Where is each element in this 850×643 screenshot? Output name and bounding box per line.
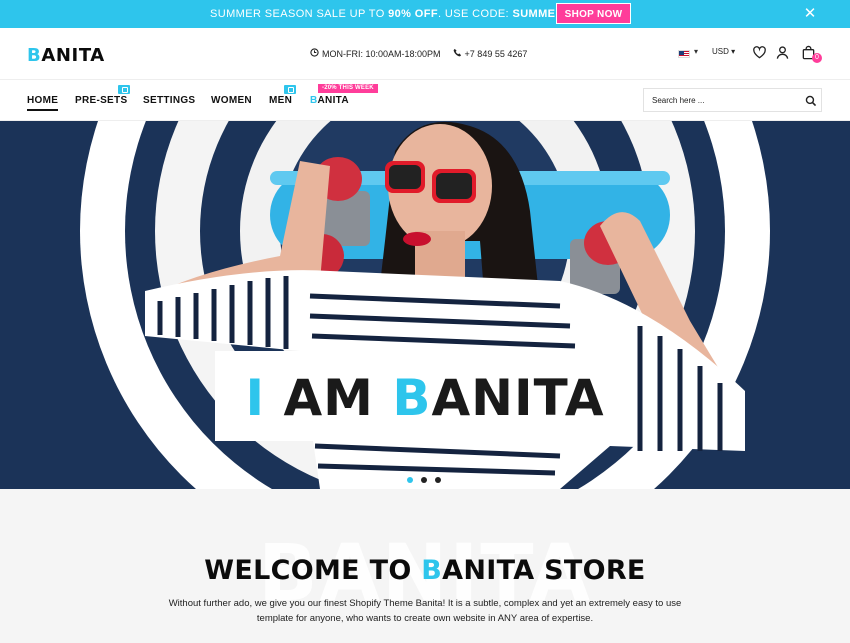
chevron-down-icon[interactable]: ▾ — [694, 47, 698, 56]
promo-prefix: SUMMER SEASON SALE UP TO — [210, 8, 389, 20]
nav-item-settings[interactable]: SETTINGS — [143, 95, 195, 106]
nav-item-women[interactable]: WOMEN — [211, 95, 252, 106]
shop-now-button[interactable]: SHOP NOW — [556, 3, 631, 24]
welcome-title-rest: ANITA STORE — [442, 555, 646, 586]
slider-dot-1[interactable] — [407, 477, 413, 483]
main-navigation: HOME PRE-SETS SETTINGS WOMEN MEN -20% TH… — [0, 80, 850, 121]
hero-title-box: I AM BANITA — [215, 351, 635, 441]
logo[interactable]: BANITA — [27, 45, 105, 66]
nav-item-home[interactable]: HOME — [27, 95, 59, 111]
logo-text: ANITA — [41, 45, 105, 66]
hero-title-accent: B — [392, 369, 432, 427]
nav-item-men[interactable]: MEN — [269, 95, 292, 106]
search-icon[interactable] — [804, 94, 818, 108]
hero-title-i: I AM — [245, 369, 393, 427]
promo-discount: 90% OFF — [388, 8, 438, 20]
wishlist-heart-icon[interactable] — [752, 45, 768, 61]
site-header: BANITA MON-FRI: 10:00AM-18:00PM +7 849 5… — [0, 28, 850, 80]
cart-count-badge: 0 — [812, 53, 822, 63]
nav-item-banita-label: ANITA — [317, 95, 349, 106]
nav-item-banita-accent: B — [310, 95, 318, 106]
hero-title: I AM BANITA — [215, 369, 635, 427]
contact-info: MON-FRI: 10:00AM-18:00PM +7 849 55 4267 — [310, 48, 527, 59]
sale-tag: -20% THIS WEEK — [318, 84, 378, 93]
currency-selector[interactable]: USD ▾ — [712, 47, 735, 56]
welcome-description: Without further ado, we give you our fin… — [168, 598, 682, 624]
search-box — [643, 88, 822, 112]
promo-middle: . USE CODE: — [437, 8, 513, 20]
slider-dot-2[interactable] — [421, 477, 427, 483]
account-user-icon[interactable] — [775, 45, 791, 61]
opening-hours: MON-FRI: 10:00AM-18:00PM — [322, 49, 441, 59]
close-icon[interactable]: ✕ — [802, 6, 818, 22]
hero-slider: I AM BANITA — [0, 121, 850, 489]
promo-text: SUMMER SEASON SALE UP TO 90% OFF. USE CO… — [210, 8, 567, 20]
currency-value: USD — [712, 47, 729, 56]
logo-accent-letter: B — [27, 45, 42, 66]
phone-icon — [453, 48, 462, 59]
welcome-title-accent: B — [421, 555, 443, 586]
nav-item-banita[interactable]: BANITA — [310, 95, 349, 106]
welcome-title: WELCOME TO BANITA STORE — [0, 555, 850, 586]
slider-dot-3[interactable] — [435, 477, 441, 483]
phone-number[interactable]: +7 849 55 4267 — [465, 49, 528, 59]
hero-title-rest: ANITA — [431, 369, 605, 427]
new-tag-icon — [118, 85, 130, 94]
nav-item-pre-sets[interactable]: PRE-SETS — [75, 95, 127, 106]
search-input[interactable] — [652, 94, 800, 107]
welcome-title-start: WELCOME TO — [204, 555, 422, 586]
us-flag-icon[interactable] — [678, 50, 690, 58]
announcement-bar: SUMMER SEASON SALE UP TO 90% OFF. USE CO… — [0, 0, 850, 28]
new-tag-icon — [284, 85, 296, 94]
clock-icon — [310, 48, 319, 59]
welcome-section: BANITA WELCOME TO BANITA STORE Without f… — [0, 489, 850, 643]
